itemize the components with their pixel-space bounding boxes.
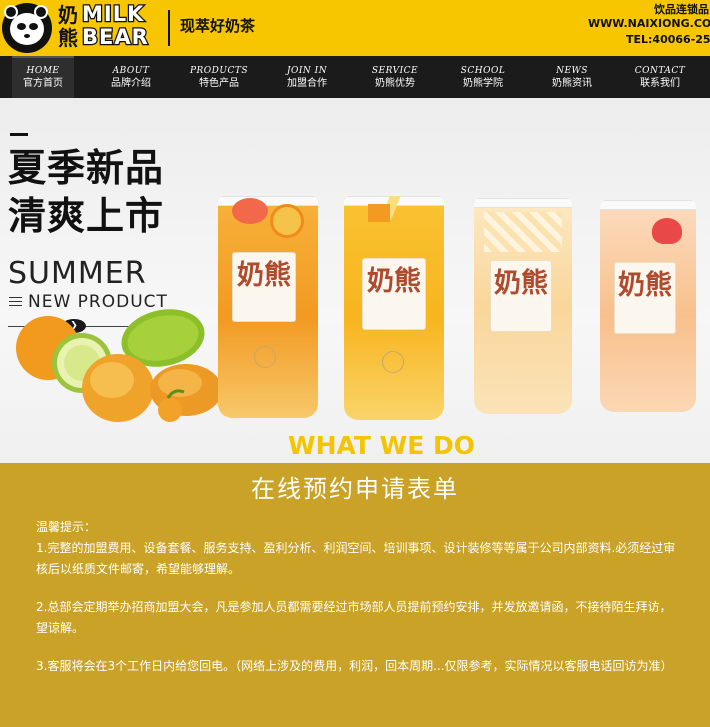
nav-item-en: SERVICE	[371, 66, 419, 76]
nav-item-home[interactable]: HOME 官方首页	[12, 56, 74, 98]
cup-brand: 奶熊	[618, 270, 672, 301]
nav-item-en: CONTACT	[634, 66, 686, 76]
nav-item-cn: 品牌介绍	[111, 78, 151, 89]
cup-seal	[382, 351, 404, 373]
panda-eye-right	[29, 23, 38, 30]
strawberry	[652, 218, 682, 244]
cup-lid	[474, 198, 572, 208]
cup-brand: 奶熊	[367, 266, 421, 297]
cup-seal	[254, 346, 276, 368]
header-slogan: 现萃好奶茶	[180, 17, 256, 35]
drink-cup-3: 奶熊	[474, 198, 572, 414]
panda-logo-icon[interactable]	[2, 3, 52, 53]
logo-text-milk: MILK	[81, 1, 145, 28]
logo-divider	[168, 10, 170, 46]
nav-item-cn: 加盟合作	[287, 78, 327, 89]
nav-item-join[interactable]: JOIN IN 加盟合作	[276, 56, 338, 98]
nav-item-products[interactable]: PRODUCTS 特色产品	[186, 56, 252, 98]
cup-lid	[600, 200, 696, 210]
site-header: 奶熊 MILK BEAR 现萃好奶茶 饮品连锁品 WWW.NAIXIONG.CO…	[0, 0, 710, 56]
nav-item-en: PRODUCTS	[189, 66, 249, 76]
nav-item-contact[interactable]: CONTACT 联系我们	[628, 56, 692, 98]
tips-block: 温馨提示： 1.完整的加盟费用、设备套餐、服务支持、盈利分析、利润空间、培训事项…	[36, 517, 676, 677]
nav-item-cn: 特色产品	[199, 78, 239, 89]
nav-item-school[interactable]: SCHOOL 奶熊学院	[452, 56, 514, 98]
drink-cup-1: 奶熊	[218, 196, 318, 418]
nav-item-en: NEWS	[556, 66, 588, 76]
orange-slice	[270, 204, 304, 238]
form-title: 在线预约申请表单	[251, 475, 459, 503]
drink-cup-4: 奶熊	[600, 200, 696, 412]
booking-form-section: 在线预约申请表单 温馨提示： 1.完整的加盟费用、设备套餐、服务支持、盈利分析、…	[0, 463, 710, 727]
tip-2: 2.总部会定期举办招商加盟大会，凡是参加人员都需要经过市场部人员提前预约安排，并…	[36, 600, 672, 635]
nav-item-cn: 奶熊优势	[375, 78, 415, 89]
nav-item-en: ABOUT	[112, 66, 150, 76]
tip-3: 3.客服将会在3个工作日内给您回电。（网络上涉及的费用，利润，回本周期...仅限…	[36, 659, 673, 673]
nav-item-cn: 官方首页	[23, 78, 63, 89]
main-nav: HOME 官方首页 ABOUT 品牌介绍 PRODUCTS 特色产品 JOIN …	[0, 56, 710, 98]
cup-label: 奶熊	[490, 260, 552, 332]
panda-face	[10, 13, 44, 45]
cup-label: 奶熊	[614, 262, 676, 334]
tips-heading: 温馨提示：	[36, 520, 97, 534]
banner-watermark: WHAT WE DO	[288, 431, 476, 460]
nav-item-service[interactable]: SERVICE 奶熊优势	[364, 56, 426, 98]
cup-label: 奶熊	[362, 258, 426, 330]
nav-item-en: JOIN IN	[286, 66, 328, 76]
nav-item-en: SCHOOL	[460, 66, 506, 76]
header-website[interactable]: WWW.NAIXIONG.CO	[588, 16, 710, 32]
ice-cubes	[484, 212, 562, 252]
nav-item-about[interactable]: ABOUT 品牌介绍	[100, 56, 162, 98]
tip-1: 1.完整的加盟费用、设备套餐、服务支持、盈利分析、利润空间、培训事项、设计装修等…	[36, 541, 676, 576]
nav-item-en: HOME	[26, 66, 60, 76]
nav-item-cn: 联系我们	[640, 78, 680, 89]
drink-cup-2: 奶熊	[344, 196, 444, 420]
logo-text-bear: BEAR	[81, 24, 149, 51]
cup-brand: 奶熊	[237, 260, 291, 291]
cup-label: 奶熊	[232, 252, 296, 322]
panda-eye-left	[17, 23, 26, 30]
cup-brand: 奶熊	[494, 268, 548, 299]
hero-banner[interactable]: 夏季新品 清爽上市 SUMMER NEW PRODUCT ❯ 奶熊 奶熊 奶熊 …	[0, 98, 710, 463]
panda-nose	[24, 34, 30, 38]
mango-cube	[368, 204, 390, 222]
logo-chinese-name: 奶熊	[58, 3, 78, 50]
header-phone: TEL:40066-250	[626, 33, 710, 46]
kumquat-fruit	[158, 398, 182, 422]
nav-item-cn: 奶熊资讯	[552, 78, 592, 89]
strawberry-slice	[232, 198, 268, 224]
nav-item-news[interactable]: NEWS 奶熊资讯	[541, 56, 603, 98]
nav-item-cn: 奶熊学院	[463, 78, 503, 89]
